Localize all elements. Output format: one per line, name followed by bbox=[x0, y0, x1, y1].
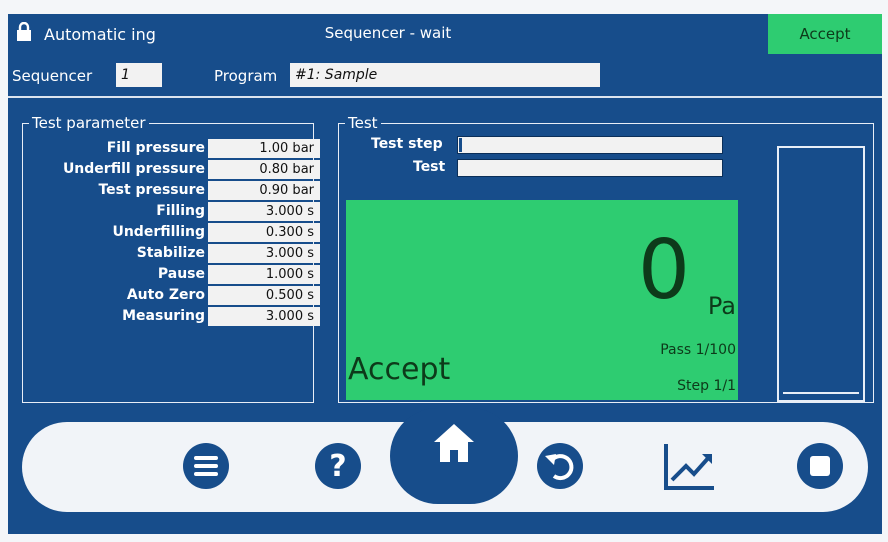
parameter-value[interactable]: 3.000 s bbox=[208, 244, 320, 263]
parameter-value[interactable]: 1.00 bar bbox=[208, 139, 320, 158]
help-icon[interactable]: ? bbox=[314, 442, 362, 494]
measured-value: 0 bbox=[637, 223, 690, 318]
test-group: Test Test step Test 0 Pa Pass 1/100 Step… bbox=[338, 114, 874, 403]
sequencer-field[interactable]: 1 bbox=[116, 63, 162, 87]
stop-icon[interactable] bbox=[796, 442, 844, 494]
test-title: Test bbox=[345, 114, 381, 132]
parameter-label: Fill pressure bbox=[106, 140, 205, 156]
parameter-row: Underfilling 0.300 s bbox=[23, 222, 320, 243]
parameter-label: Stabilize bbox=[136, 245, 205, 261]
level-gauge-fill bbox=[783, 392, 859, 394]
parameter-value[interactable]: 1.000 s bbox=[208, 265, 320, 284]
parameter-row: Underfill pressure 0.80 bar bbox=[23, 159, 320, 180]
pass-counter: Pass 1/100 bbox=[660, 342, 736, 358]
result-text: Accept bbox=[348, 352, 451, 387]
unit-label: Pa bbox=[707, 292, 736, 320]
result-panel: 0 Pa Pass 1/100 Step 1/1 Accept bbox=[346, 200, 738, 400]
parameter-label: Auto Zero bbox=[126, 287, 205, 303]
parameter-label: Underfilling bbox=[112, 224, 205, 240]
info-row: Sequencer 1 Program #1: Sample bbox=[8, 60, 882, 94]
parameter-value[interactable]: 0.300 s bbox=[208, 223, 320, 242]
parameter-row: Test pressure 0.90 bar bbox=[23, 180, 320, 201]
menu-icon[interactable] bbox=[182, 442, 230, 494]
step-counter: Step 1/1 bbox=[677, 378, 736, 394]
undo-icon[interactable] bbox=[536, 442, 584, 494]
sequencer-label: Sequencer bbox=[12, 67, 93, 85]
parameter-row: Auto Zero 0.500 s bbox=[23, 285, 320, 306]
parameter-row: Pause 1.000 s bbox=[23, 264, 320, 285]
parameter-value[interactable]: 3.000 s bbox=[208, 307, 320, 326]
app-screen: Automatic ing Sequencer - wait Accept Se… bbox=[8, 14, 882, 534]
parameter-row: Stabilize 3.000 s bbox=[23, 243, 320, 264]
parameter-row: Filling 3.000 s bbox=[23, 201, 320, 222]
sequencer-state: Sequencer - wait bbox=[324, 24, 452, 42]
program-field[interactable]: #1: Sample bbox=[290, 63, 600, 87]
parameter-label: Measuring bbox=[122, 308, 205, 324]
test-progress-bar bbox=[457, 159, 723, 177]
test-step-label: Test step bbox=[371, 136, 443, 152]
home-icon[interactable] bbox=[428, 418, 480, 474]
test-label: Test bbox=[413, 159, 446, 175]
test-parameter-group: Test parameter Fill pressure 1.00 bar Un… bbox=[22, 114, 320, 403]
test-step-progress-bar bbox=[457, 136, 723, 154]
parameter-value[interactable]: 0.80 bar bbox=[208, 160, 320, 179]
test-step-progress-fill bbox=[459, 138, 462, 152]
parameter-row: Fill pressure 1.00 bar bbox=[23, 138, 320, 159]
title-bar: Automatic ing Sequencer - wait Accept bbox=[8, 14, 882, 54]
program-label: Program bbox=[214, 67, 278, 85]
parameter-label: Test pressure bbox=[98, 182, 205, 198]
chart-icon[interactable] bbox=[662, 440, 718, 496]
parameter-label: Pause bbox=[157, 266, 205, 282]
parameter-value[interactable]: 0.90 bar bbox=[208, 181, 320, 200]
parameter-value[interactable]: 0.500 s bbox=[208, 286, 320, 305]
level-gauge bbox=[777, 146, 865, 402]
parameter-label: Filling bbox=[156, 203, 205, 219]
divider bbox=[8, 96, 882, 98]
status-badge: Accept bbox=[768, 14, 882, 54]
parameter-label: Underfill pressure bbox=[62, 161, 205, 177]
parameter-row: Measuring 3.000 s bbox=[23, 306, 320, 327]
svg-text:?: ? bbox=[329, 449, 346, 484]
parameter-value[interactable]: 3.000 s bbox=[208, 202, 320, 221]
bottom-nav: ? bbox=[8, 408, 882, 534]
test-parameter-title: Test parameter bbox=[29, 114, 149, 132]
